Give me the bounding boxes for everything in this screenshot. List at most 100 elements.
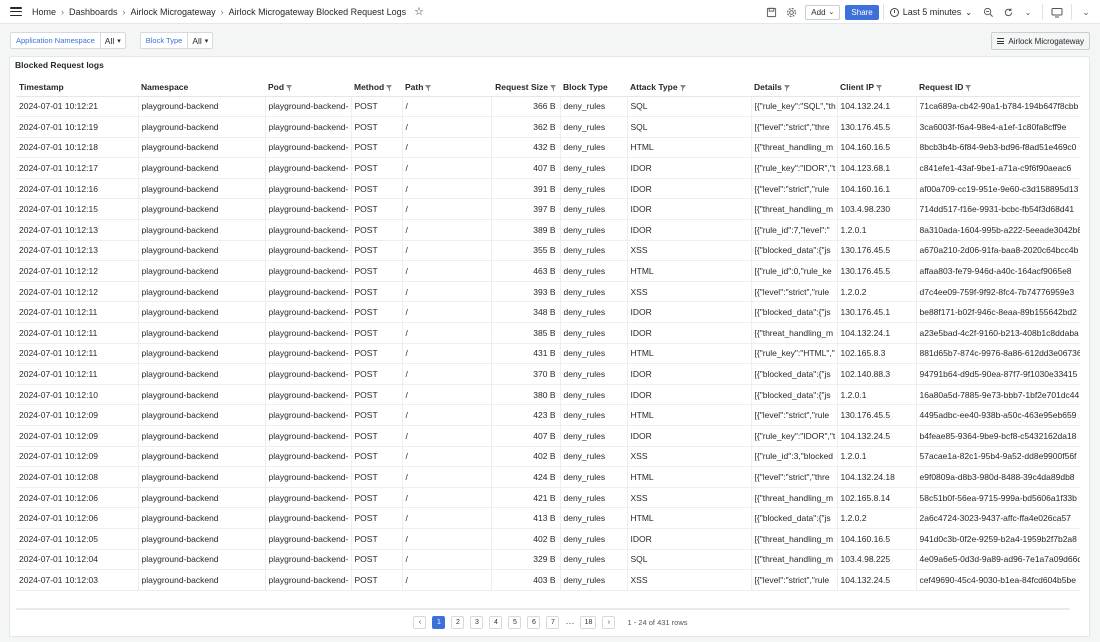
table-row[interactable]: 2024-07-01 10:12:05 playground-backend pla… — [16, 528, 1080, 550]
cell-attack-type: IDOR — [627, 384, 752, 406]
table-row[interactable]: 2024-07-01 10:12:21 playground-backend pla… — [16, 96, 1080, 118]
page-button-5[interactable]: 5 — [508, 616, 522, 629]
column-header-namespace[interactable]: Namespace — [138, 79, 265, 97]
cell-method: POST — [351, 301, 403, 324]
breadcrumb-home[interactable]: Home — [32, 7, 56, 17]
table-row[interactable]: 2024-07-01 10:12:19 playground-backend pla… — [16, 116, 1080, 138]
table-row[interactable]: 2024-07-01 10:12:15 playground-backend pla… — [16, 198, 1080, 221]
chevron-down-icon: ▾ — [117, 37, 121, 45]
table-row[interactable]: 2024-07-01 10:12:11 playground-backend pla… — [16, 301, 1080, 324]
table-row[interactable]: 2024-07-01 10:12:12 playground-backend pla… — [16, 260, 1080, 282]
column-header-client-ip[interactable]: Client IP — [837, 79, 916, 97]
page-button-4[interactable]: 4 — [489, 616, 503, 629]
cell-timestamp: 2024-07-01 10:12:08 — [16, 466, 139, 488]
star-icon[interactable]: ☆ — [414, 5, 424, 18]
cell-attack-type: XSS — [627, 281, 752, 303]
page-button-3[interactable]: 3 — [470, 616, 484, 629]
table-row[interactable]: 2024-07-01 10:12:06 playground-backend pla… — [16, 487, 1080, 509]
cell-details: [{"threat_handling_m — [751, 322, 838, 344]
table-row[interactable]: 2024-07-01 10:12:09 playground-backend pla… — [16, 446, 1080, 468]
save-icon[interactable] — [761, 3, 781, 21]
table-row[interactable]: 2024-07-01 10:12:04 playground-backend pla… — [16, 549, 1080, 571]
namespace-filter-select[interactable]: All ▾ — [99, 32, 126, 49]
cell-namespace: playground-backend — [138, 569, 266, 591]
time-range-label: Last 5 minutes — [902, 7, 962, 17]
time-range-picker[interactable]: Last 5 minutes ⌄ — [889, 7, 972, 17]
table-row[interactable]: 2024-07-01 10:12:09 playground-backend pla… — [16, 425, 1080, 447]
table-row[interactable]: 2024-07-01 10:12:10 playground-backend pla… — [16, 384, 1080, 406]
page-button-2[interactable]: 2 — [451, 616, 465, 629]
table-row[interactable]: 2024-07-01 10:12:06 playground-backend pla… — [16, 507, 1080, 529]
table-row[interactable]: 2024-07-01 10:12:13 playground-backend pla… — [16, 240, 1080, 262]
page-button-last[interactable]: 18 — [580, 616, 597, 629]
cell-details: [{"threat_handling_m — [751, 198, 838, 221]
column-header-pod[interactable]: Pod — [265, 79, 351, 97]
page-button-7[interactable]: 7 — [546, 616, 560, 629]
cell-method: POST — [351, 446, 403, 468]
table-row[interactable]: 2024-07-01 10:12:09 playground-backend pla… — [16, 404, 1080, 426]
tv-mode-icon[interactable] — [1047, 3, 1067, 21]
cell-timestamp: 2024-07-01 10:12:17 — [16, 157, 139, 179]
table-row[interactable]: 2024-07-01 10:12:17 playground-backend pla… — [16, 157, 1080, 179]
column-header-method[interactable]: Method — [351, 79, 402, 97]
table-row[interactable]: 2024-07-01 10:12:03 playground-backend pla… — [16, 569, 1080, 591]
cell-timestamp: 2024-07-01 10:12:10 — [16, 384, 139, 406]
filter-icon[interactable] — [965, 85, 972, 91]
column-header-path[interactable]: Path — [402, 79, 491, 97]
table-row[interactable]: 2024-07-01 10:12:12 playground-backend pla… — [16, 281, 1080, 303]
cell-path: / — [402, 487, 492, 509]
next-page-button[interactable]: › — [602, 616, 616, 629]
filter-icon[interactable] — [783, 85, 790, 91]
prev-page-button[interactable]: ‹ — [413, 616, 427, 629]
table-row[interactable]: 2024-07-01 10:12:08 playground-backend pla… — [16, 466, 1080, 488]
cell-request-size: 407 B — [491, 157, 561, 179]
filter-icon[interactable] — [425, 85, 432, 91]
table-row[interactable]: 2024-07-01 10:12:18 playground-backend pla… — [16, 137, 1080, 159]
column-header-block-type[interactable]: Block Type — [560, 79, 627, 97]
block-type-filter-select[interactable]: All ▾ — [187, 32, 214, 49]
refresh-icon[interactable] — [998, 3, 1018, 21]
dashboard-link-button[interactable]: Airlock Microgateway — [991, 32, 1090, 50]
collapse-chevron-icon[interactable]: ⌄ — [1076, 3, 1096, 21]
cell-details: [{"level":"strict","thre — [751, 116, 838, 138]
column-header-request-id[interactable]: Request ID — [916, 79, 1080, 97]
cell-timestamp: 2024-07-01 10:12:05 — [16, 528, 139, 550]
filter-icon[interactable] — [286, 85, 293, 91]
cell-attack-type: SQL — [627, 116, 752, 138]
cell-request-id: c841efe1-43af-9be1-a71a-c9f6f90aeac6 — [916, 157, 1080, 179]
filter-icon[interactable] — [386, 85, 393, 91]
column-header-timestamp[interactable]: Timestamp — [16, 79, 138, 97]
cell-namespace: playground-backend — [138, 301, 266, 324]
cell-attack-type: IDOR — [627, 178, 752, 200]
cell-pod: playground-backend- — [265, 487, 352, 509]
cell-request-id: 4e09a6e5-0d3d-9a89-ad96-7e1a7a09d66d — [916, 549, 1080, 571]
table-row[interactable]: 2024-07-01 10:12:11 playground-backend pla… — [16, 343, 1080, 365]
filter-icon[interactable] — [876, 85, 883, 91]
cell-path: / — [402, 549, 492, 571]
page-button-1[interactable]: 1 — [432, 616, 446, 629]
namespace-filter-value: All — [104, 35, 115, 46]
table-row[interactable]: 2024-07-01 10:12:16 playground-backend pla… — [16, 178, 1080, 200]
filter-icon[interactable] — [550, 85, 556, 91]
page-button-6[interactable]: 6 — [527, 616, 541, 629]
column-header-attack-type[interactable]: Attack Type — [627, 79, 751, 97]
share-button[interactable]: Share — [845, 4, 879, 20]
table-row[interactable]: 2024-07-01 10:12:11 playground-backend pla… — [16, 363, 1080, 385]
column-header-request-size[interactable]: Request Size — [491, 79, 560, 97]
column-header-details[interactable]: Details — [751, 79, 837, 97]
cell-block-type: deny_rules — [560, 528, 628, 550]
breadcrumb-folder[interactable]: Airlock Microgateway — [131, 7, 216, 17]
breadcrumb-dashboards[interactable]: Dashboards — [69, 7, 118, 17]
menu-icon[interactable] — [10, 7, 22, 16]
cell-request-size: 413 B — [491, 507, 561, 529]
gear-icon[interactable] — [781, 3, 801, 21]
horizontal-scrollbar[interactable] — [16, 608, 1070, 610]
filter-icon[interactable] — [679, 85, 686, 91]
table-row[interactable]: 2024-07-01 10:12:13 playground-backend pla… — [16, 219, 1080, 241]
cell-method: POST — [351, 404, 403, 426]
refresh-interval-chevron-icon[interactable]: ⌄ — [1018, 3, 1038, 21]
cell-pod: playground-backend- — [265, 260, 352, 282]
zoom-out-icon[interactable] — [978, 3, 998, 21]
add-button[interactable]: Add ⌄ — [805, 4, 841, 20]
table-row[interactable]: 2024-07-01 10:12:11 playground-backend pla… — [16, 322, 1080, 344]
